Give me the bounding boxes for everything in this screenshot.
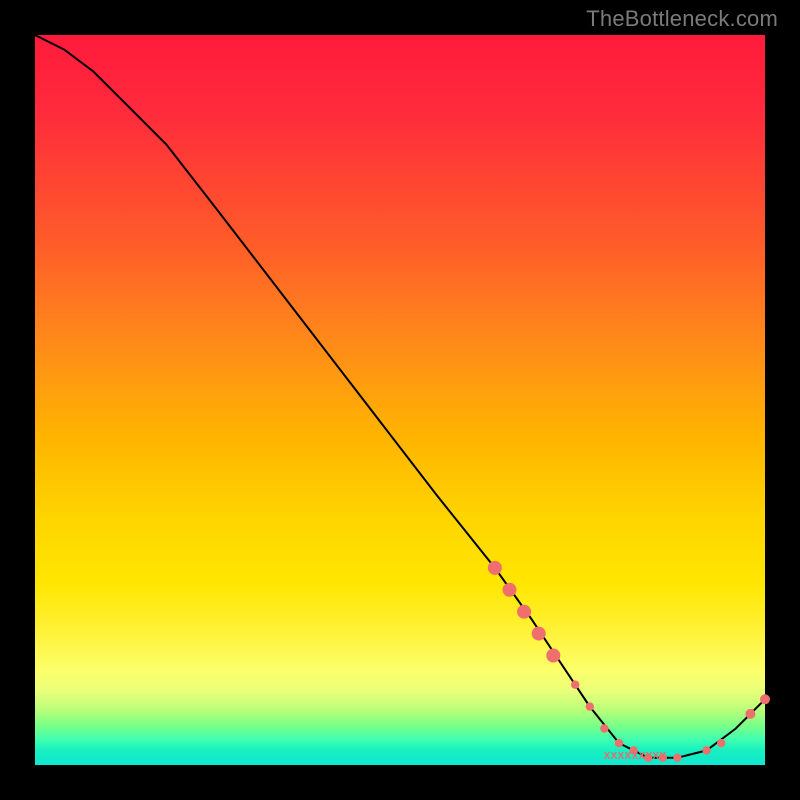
marker-point <box>600 724 608 732</box>
bottleneck-curve <box>35 35 765 758</box>
marker-point <box>586 702 594 710</box>
watermark-text: TheBottleneck.com <box>586 6 778 32</box>
marker-point <box>745 709 755 719</box>
curve-annotation-label: XXXXXXXXX <box>604 751 667 762</box>
curve-svg <box>35 35 765 765</box>
plot-area: XXXXXXXXX <box>35 35 765 765</box>
marker-point <box>488 561 502 575</box>
marker-point <box>532 627 546 641</box>
marker-point <box>615 739 623 747</box>
marker-point <box>517 605 531 619</box>
marker-point <box>546 649 560 663</box>
marker-point <box>673 754 681 762</box>
marker-point <box>717 739 725 747</box>
marker-group <box>488 561 770 762</box>
marker-point <box>702 746 710 754</box>
marker-point <box>760 694 770 704</box>
marker-point <box>503 583 517 597</box>
chart-frame: TheBottleneck.com XXXXXXXXX <box>0 0 800 800</box>
marker-point <box>571 681 579 689</box>
